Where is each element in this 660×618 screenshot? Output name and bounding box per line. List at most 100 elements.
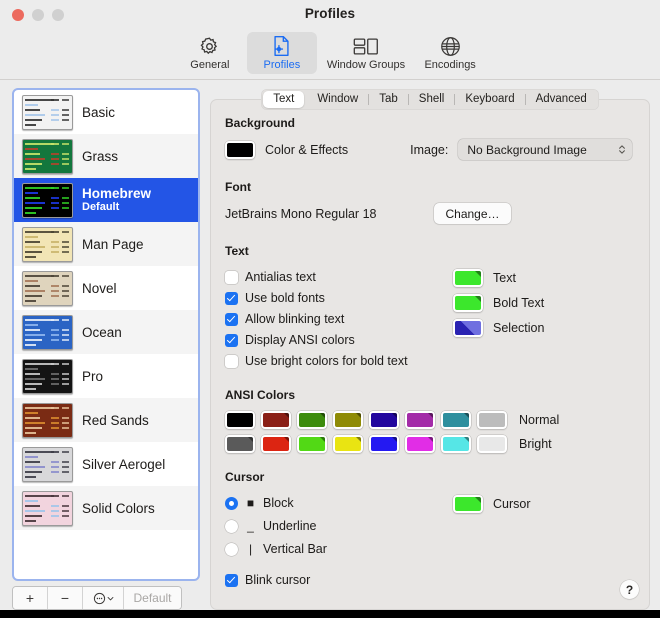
checkbox[interactable] <box>225 271 238 284</box>
ansi-normal-swatch-6[interactable] <box>441 411 471 429</box>
cursor-color-well[interactable] <box>453 495 483 513</box>
ansi-bright-swatch-5[interactable] <box>405 435 435 453</box>
cursor-shape-glyph: | <box>245 542 256 556</box>
set-default-button[interactable]: Default <box>124 587 181 609</box>
checkbox-row-display-ansi-colors[interactable]: Display ANSI colors <box>225 330 453 350</box>
profiles-sidebar: BasicGrassHomebrewDefaultMan PageNovelOc… <box>12 88 200 610</box>
ansi-bright-swatches <box>225 435 507 453</box>
toolbar-item-window-groups[interactable]: Window Groups <box>319 32 413 74</box>
checkbox-row-antialias-text[interactable]: Antialias text <box>225 267 453 287</box>
profile-row-grass[interactable]: Grass <box>14 134 198 178</box>
checkbox[interactable] <box>225 355 238 368</box>
radio[interactable] <box>225 543 238 556</box>
ansi-bright-swatch-6[interactable] <box>441 435 471 453</box>
toolbar-label-window-groups: Window Groups <box>327 59 405 71</box>
text-color-well[interactable] <box>453 269 483 287</box>
blink-cursor-checkbox[interactable] <box>225 574 238 587</box>
profile-name: Silver Aerogel <box>82 457 165 472</box>
profile-name: Grass <box>82 149 118 164</box>
cursor-option-label: Underline <box>263 519 317 533</box>
ansi-normal-swatch-0[interactable] <box>225 411 255 429</box>
profile-name: Man Page <box>82 237 144 252</box>
tab-keyboard[interactable]: Keyboard <box>455 91 524 108</box>
profile-name: Solid Colors <box>82 501 155 516</box>
cursor-option-vertical-bar[interactable]: |Vertical Bar <box>225 539 453 559</box>
radio[interactable] <box>225 520 238 533</box>
gear-icon <box>199 34 220 58</box>
profile-row-basic[interactable]: Basic <box>14 90 198 134</box>
background-color-well[interactable] <box>225 141 255 159</box>
toolbar-item-general[interactable]: General <box>175 32 245 74</box>
checkbox-row-use-bold-fonts[interactable]: Use bold fonts <box>225 288 453 308</box>
ansi-normal-swatch-7[interactable] <box>477 411 507 429</box>
ansi-normal-swatch-3[interactable] <box>333 411 363 429</box>
font-value: JetBrains Mono Regular 18 <box>225 207 376 221</box>
toolbar-item-profiles[interactable]: Profiles <box>247 32 317 74</box>
checkbox[interactable] <box>225 292 238 305</box>
cursor-option-block[interactable]: ■Block <box>225 493 453 513</box>
tab-advanced[interactable]: Advanced <box>526 91 597 108</box>
window-groups-icon <box>353 34 379 58</box>
cursor-shape-glyph: _ <box>245 519 256 533</box>
action-circle-icon <box>93 592 106 605</box>
ansi-normal-row: Normal <box>225 411 635 429</box>
profile-name: Novel <box>82 281 117 296</box>
cursor-option-underline[interactable]: _ Underline <box>225 516 453 536</box>
profile-row-ocean[interactable]: Ocean <box>14 310 198 354</box>
blink-cursor-label: Blink cursor <box>245 573 310 587</box>
color-label: Bold Text <box>493 296 544 310</box>
profile-row-novel[interactable]: Novel <box>14 266 198 310</box>
checkbox-row-use-bright-colors-for-bold-text[interactable]: Use bright colors for bold text <box>225 351 453 371</box>
preferences-toolbar: General Profiles Window G <box>0 30 660 80</box>
remove-profile-button[interactable]: − <box>48 587 83 609</box>
cursor-style-group: ■Block _ Underline |Vertical Bar <box>225 493 453 559</box>
profiles-listbox[interactable]: Basic Grass HomebrewDefault Man Page Novel Oc… <box>12 88 200 581</box>
change-font-button[interactable]: Change… <box>434 203 510 224</box>
window-title: Profiles <box>0 6 660 21</box>
add-profile-button[interactable]: + <box>13 587 48 609</box>
profile-row-silver-aerogel[interactable]: Silver Aerogel <box>14 442 198 486</box>
profile-actions-menu-button[interactable] <box>83 587 124 609</box>
globe-icon <box>440 34 461 58</box>
ansi-bright-swatch-4[interactable] <box>369 435 399 453</box>
ansi-normal-swatch-5[interactable] <box>405 411 435 429</box>
profile-row-red-sands[interactable]: Red Sands <box>14 398 198 442</box>
profile-row-pro[interactable]: Pro <box>14 354 198 398</box>
profile-name: Homebrew <box>82 186 151 201</box>
radio[interactable] <box>225 497 238 510</box>
ansi-bright-swatch-1[interactable] <box>261 435 291 453</box>
profile-row-solid-colors[interactable]: Solid Colors <box>14 486 198 530</box>
profile-row-homebrew[interactable]: HomebrewDefault <box>14 178 198 222</box>
profile-detail: TextWindowTabShellKeyboardAdvanced Backg… <box>210 88 650 610</box>
ansi-normal-swatch-2[interactable] <box>297 411 327 429</box>
checkbox-row-allow-blinking-text[interactable]: Allow blinking text <box>225 309 453 329</box>
toolbar-item-encodings[interactable]: Encodings <box>415 32 485 74</box>
tab-text[interactable]: Text <box>263 91 304 108</box>
ansi-bright-swatch-2[interactable] <box>297 435 327 453</box>
background-image-select[interactable]: No Background Image <box>458 139 632 160</box>
checkbox[interactable] <box>225 334 238 347</box>
ansi-normal-swatches <box>225 411 507 429</box>
screen-bottom-edge <box>0 610 660 618</box>
background-image-value: No Background Image <box>467 143 586 157</box>
tab-window[interactable]: Window <box>307 91 368 108</box>
profile-row-man-page[interactable]: Man Page <box>14 222 198 266</box>
ansi-normal-swatch-1[interactable] <box>261 411 291 429</box>
tab-shell[interactable]: Shell <box>409 91 455 108</box>
checkbox[interactable] <box>225 313 238 326</box>
blink-cursor-row[interactable]: Blink cursor <box>225 570 453 590</box>
bold-text-color-well[interactable] <box>453 294 483 312</box>
help-button[interactable]: ? <box>620 580 639 599</box>
selection-color-well[interactable] <box>453 319 483 337</box>
ansi-bright-swatch-7[interactable] <box>477 435 507 453</box>
ansi-bright-swatch-0[interactable] <box>225 435 255 453</box>
color-label: Text <box>493 271 516 285</box>
toolbar-label-general: General <box>190 59 229 71</box>
document-gear-icon <box>271 34 292 58</box>
background-color-label: Color & Effects <box>265 143 348 157</box>
checkbox-label: Display ANSI colors <box>245 333 355 347</box>
chevron-down-icon <box>107 595 114 602</box>
ansi-normal-swatch-4[interactable] <box>369 411 399 429</box>
tab-tab[interactable]: Tab <box>369 91 408 108</box>
ansi-bright-swatch-3[interactable] <box>333 435 363 453</box>
